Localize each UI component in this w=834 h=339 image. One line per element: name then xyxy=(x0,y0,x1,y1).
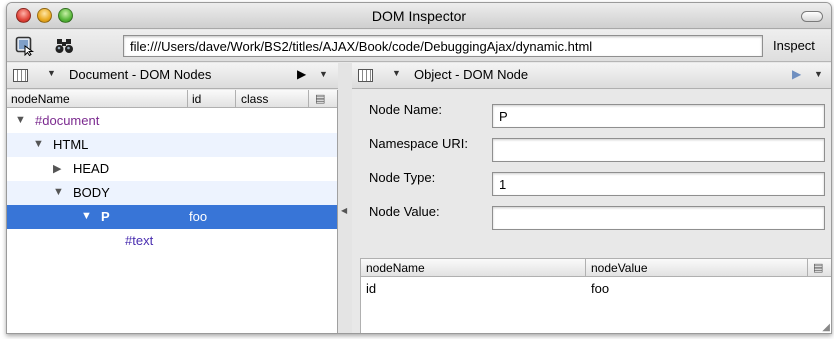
expanded-twisty-icon[interactable]: ▼ xyxy=(81,210,92,222)
attributes-table: nodeName nodeValue ▤ id foo xyxy=(360,258,831,333)
node-details-pane: Node Name: P Namespace URI: Node Type: 1… xyxy=(352,90,831,333)
find-node-button[interactable] xyxy=(53,34,77,58)
column-header-class[interactable]: class xyxy=(241,92,268,106)
node-value-field[interactable] xyxy=(492,206,825,230)
expanded-twisty-icon[interactable]: ▼ xyxy=(33,138,44,150)
node-name: P xyxy=(101,209,110,224)
select-element-icon xyxy=(15,36,35,56)
dom-node-tree: nodeName id class ▤ ▼ #document ▼ HTML ▶… xyxy=(7,90,338,333)
select-element-button[interactable] xyxy=(13,34,37,58)
column-header-nodename[interactable]: nodeName xyxy=(11,92,70,106)
namespace-uri-field[interactable] xyxy=(492,138,825,162)
toolbar: file:///Users/dave/Work/BS2/titles/AJAX/… xyxy=(7,30,831,62)
column-picker-icon[interactable]: ▤ xyxy=(315,92,325,105)
right-panel-dropdown-icon[interactable]: ▼ xyxy=(814,69,823,79)
right-panel-title[interactable]: Object - DOM Node xyxy=(414,67,528,82)
column-header-nodename[interactable]: nodeName xyxy=(366,261,425,275)
inspect-button[interactable]: Inspect xyxy=(773,38,815,53)
node-name: BODY xyxy=(73,185,110,200)
sync-arrow-icon[interactable]: ▶ xyxy=(297,67,306,81)
node-name-field[interactable]: P xyxy=(492,104,825,128)
panel-splitter[interactable]: ◀ xyxy=(338,63,352,333)
splitter-grip-icon[interactable]: ◀ xyxy=(341,206,347,215)
left-panel-header: ▼ Document - DOM Nodes ▶ ▼ xyxy=(7,63,338,89)
expanded-twisty-icon[interactable]: ▼ xyxy=(15,114,26,126)
window-title: DOM Inspector xyxy=(371,8,467,24)
tree-row[interactable]: ▼ #document xyxy=(7,109,337,133)
panel-view-icon[interactable] xyxy=(358,69,373,82)
left-panel-dropdown-icon[interactable]: ▼ xyxy=(319,69,328,79)
attribute-row[interactable]: id foo xyxy=(361,278,831,300)
tree-row[interactable]: #text xyxy=(7,229,337,253)
node-name: #text xyxy=(125,233,154,248)
node-value-label: Node Value: xyxy=(369,204,440,219)
binoculars-icon xyxy=(55,39,73,53)
toolbar-toggle-button[interactable] xyxy=(801,11,823,22)
tree-row-selected[interactable]: ▼ P foo xyxy=(7,205,337,229)
node-type-field[interactable]: 1 xyxy=(492,172,825,196)
panel-view-icon[interactable] xyxy=(13,69,28,82)
column-header-nodevalue[interactable]: nodeValue xyxy=(591,261,648,275)
column-header-id[interactable]: id xyxy=(192,92,201,106)
node-id: foo xyxy=(189,209,208,224)
panel-menu-triangle-icon[interactable]: ▼ xyxy=(47,68,56,78)
title-bar: DOM Inspector xyxy=(7,3,831,29)
resize-grip-icon[interactable]: ◢ xyxy=(822,322,830,333)
node-name-label: Node Name: xyxy=(369,102,442,117)
tree-row[interactable]: ▼ HTML xyxy=(7,133,337,157)
url-input[interactable]: file:///Users/dave/Work/BS2/titles/AJAX/… xyxy=(123,35,763,57)
attribute-value: foo xyxy=(591,281,610,296)
right-panel-header: ▼ Object - DOM Node ▶ ▼ xyxy=(352,63,831,89)
tree-column-header: nodeName id class ▤ xyxy=(7,90,337,108)
left-panel-title[interactable]: Document - DOM Nodes xyxy=(69,67,211,82)
tree-row[interactable]: ▶ HEAD xyxy=(7,157,337,181)
node-name: HEAD xyxy=(73,161,110,176)
attribute-name: id xyxy=(366,281,377,296)
tree-row[interactable]: ▼ BODY xyxy=(7,181,337,205)
panel-menu-triangle-icon[interactable]: ▼ xyxy=(392,68,401,78)
collapsed-twisty-icon[interactable]: ▶ xyxy=(53,162,61,175)
attributes-table-header: nodeName nodeValue ▤ xyxy=(361,259,831,277)
right-panel-arrow-icon[interactable]: ▶ xyxy=(792,67,801,81)
node-name: HTML xyxy=(53,137,89,152)
node-type-label: Node Type: xyxy=(369,170,436,185)
dom-inspector-window: DOM Inspector file:///Users/dave/Work/BS… xyxy=(6,2,832,334)
column-picker-icon[interactable]: ▤ xyxy=(813,261,823,274)
node-name: #document xyxy=(35,113,100,128)
expanded-twisty-icon[interactable]: ▼ xyxy=(53,186,64,198)
namespace-uri-label: Namespace URI: xyxy=(369,136,468,151)
